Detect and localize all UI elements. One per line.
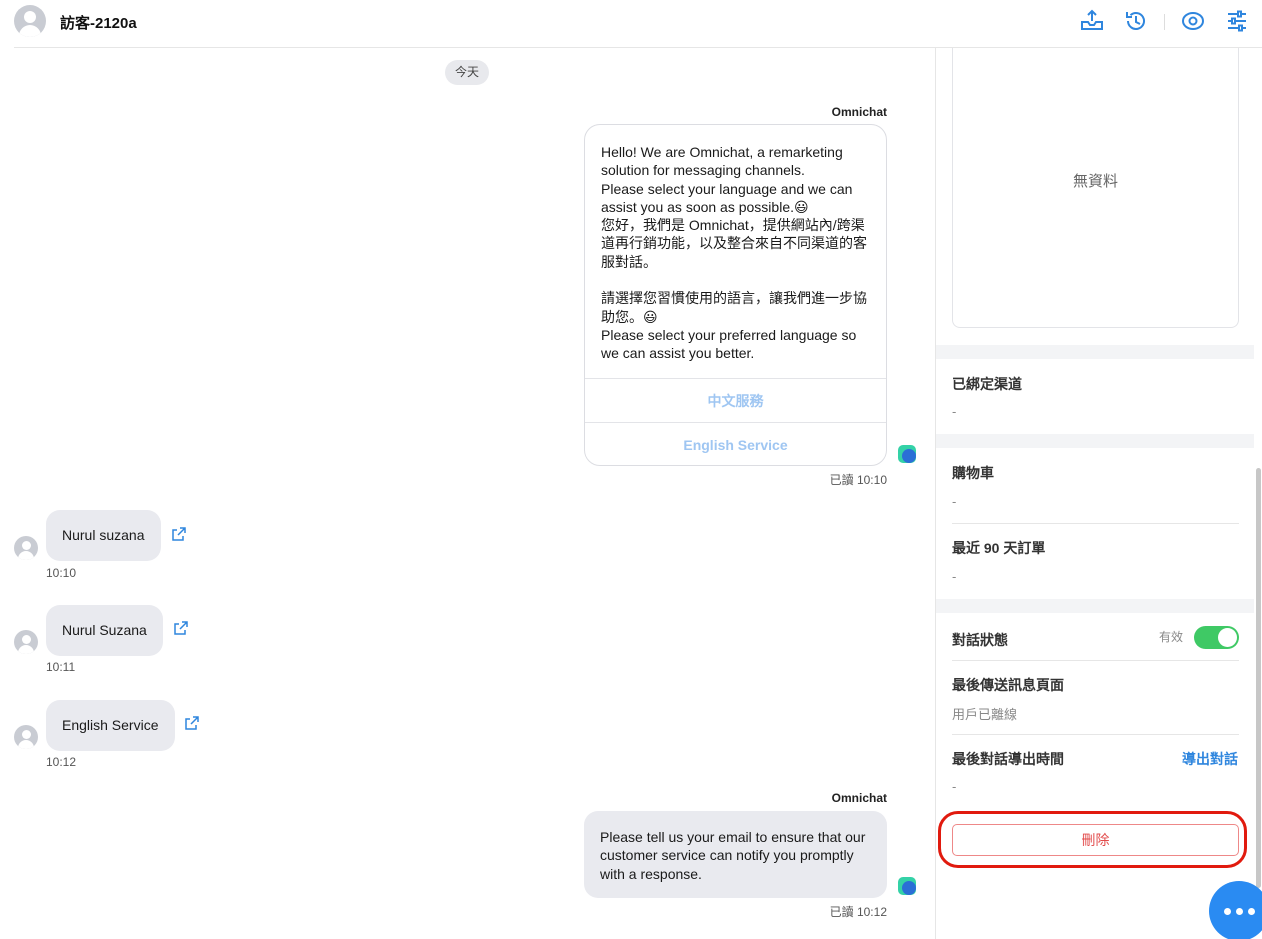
user-message-bubble: English Service (46, 700, 175, 751)
delete-button[interactable]: 刪除 (952, 824, 1239, 856)
scrollbar-thumb[interactable] (1256, 468, 1261, 888)
divider (952, 523, 1239, 524)
history-icon[interactable] (1123, 8, 1149, 34)
eye-icon[interactable] (1180, 8, 1206, 34)
read-status: 已讀 10:10 (829, 473, 887, 487)
section-divider (936, 345, 1255, 359)
bot-sender-name: Omnichat (831, 105, 887, 119)
section-divider (936, 599, 1255, 613)
divider (952, 660, 1239, 661)
bot-message-text: Hello! We are Omnichat, a remarketing so… (601, 144, 867, 362)
inbox-upload-icon[interactable] (1079, 8, 1105, 34)
external-link-icon[interactable] (171, 526, 187, 542)
last-page-label: 最後傳送訊息頁面 (952, 677, 1064, 693)
user-message-bubble: Nurul suzana (46, 510, 161, 561)
sliders-icon[interactable] (1224, 8, 1250, 34)
last-page-value: 用戶已離線 (952, 707, 1018, 722)
cart-value: - (952, 494, 957, 509)
orders-value: - (952, 569, 957, 584)
conversation-status-toggle[interactable] (1194, 626, 1239, 649)
last-export-label: 最後對話導出時間 (952, 751, 1064, 767)
read-status: 已讀 10:12 (829, 905, 887, 919)
visitor-name: 訪客-2120a (60, 15, 137, 32)
message-time: 10:12 (46, 755, 77, 769)
user-avatar (14, 725, 38, 749)
english-service-button[interactable]: English Service (585, 422, 886, 465)
chat-header: 訪客-2120a (0, 0, 1262, 47)
user-avatar (14, 630, 38, 654)
conversation-status-label: 對話狀態 (952, 632, 1008, 648)
section-divider (936, 434, 1255, 448)
bound-channels-label: 已綁定渠道 (952, 376, 1022, 392)
date-chip: 今天 (445, 60, 489, 85)
bot-message-bubble: Please tell us your email to ensure that… (584, 811, 887, 898)
cart-label: 購物車 (952, 465, 994, 481)
bound-channels-value: - (952, 404, 957, 419)
message-time: 10:10 (46, 566, 77, 580)
chinese-service-button[interactable]: 中文服務 (585, 378, 886, 422)
external-link-icon[interactable] (184, 715, 200, 731)
no-data-text: 無資料 (1072, 173, 1118, 190)
bot-avatar (898, 445, 916, 463)
more-options-button[interactable] (1209, 881, 1262, 939)
conversation-status-value: 有效 (1159, 630, 1184, 644)
export-conversation-link[interactable]: 導出對話 (1182, 749, 1238, 769)
external-link-icon[interactable] (173, 620, 189, 636)
last-export-value: - (952, 779, 957, 794)
orders-label: 最近 90 天訂單 (952, 540, 1046, 556)
bot-avatar (898, 877, 916, 895)
divider (952, 734, 1239, 735)
bot-message-card: Hello! We are Omnichat, a remarketing so… (584, 124, 887, 466)
user-message-bubble: Nurul Suzana (46, 605, 163, 656)
visitor-avatar (14, 5, 46, 37)
bot-sender-name: Omnichat (831, 791, 887, 805)
customer-info-panel: 無資料 已綁定渠道 - 購物車 - 最近 90 天訂單 - 對話狀態 有效 最後… (935, 48, 1255, 939)
user-avatar (14, 536, 38, 560)
message-time: 10:11 (46, 660, 76, 674)
header-divider (1164, 14, 1165, 30)
no-data-box: 無資料 (952, 48, 1239, 328)
